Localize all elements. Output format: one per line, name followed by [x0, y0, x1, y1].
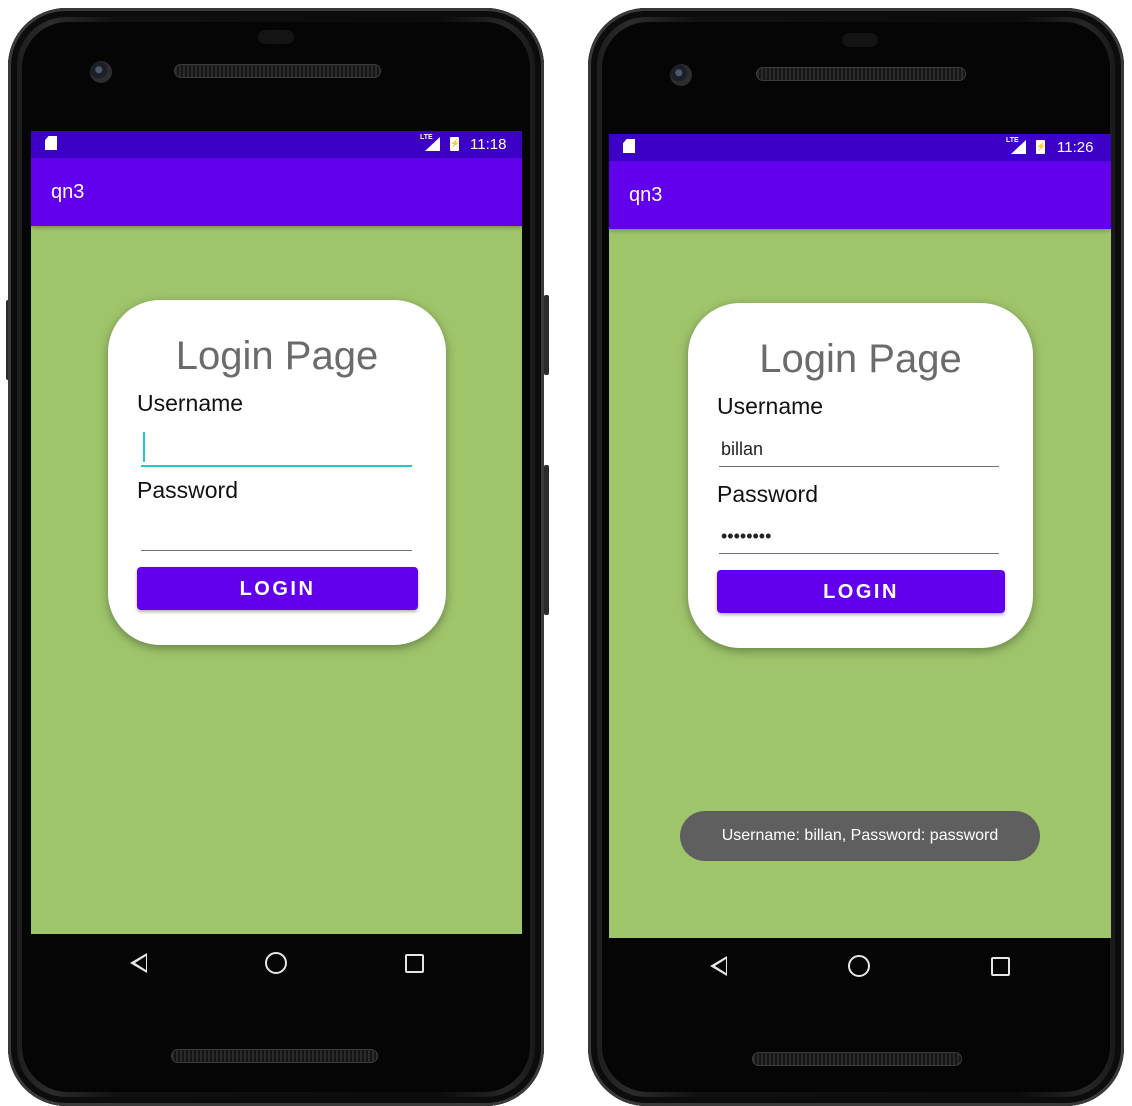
app-bar: qn3	[31, 158, 522, 226]
status-bar: LTE 11:26	[609, 134, 1111, 161]
lte-signal-icon: LTE	[420, 134, 440, 151]
bottom-speaker	[171, 1049, 378, 1063]
lte-signal-icon: LTE	[1006, 137, 1026, 154]
page-title: Login Page	[759, 337, 962, 381]
username-label: Username	[717, 393, 824, 419]
left-screenshot: LTE 11:18 qn3 Login Page Username Passwo…	[0, 0, 552, 1106]
right-screenshot: LTE 11:26 qn3 Login Page Username billan…	[580, 0, 1132, 1106]
sd-card-icon	[623, 139, 635, 153]
password-value: ••••••••	[721, 526, 772, 546]
nav-bar	[580, 943, 1132, 993]
top-speaker	[174, 64, 381, 78]
app-title: qn3	[51, 181, 85, 203]
status-time: 11:18	[470, 136, 507, 153]
phone-screen: LTE 11:18 qn3 Login Page Username Passwo…	[31, 131, 522, 934]
username-value: billan	[721, 439, 764, 459]
status-time: 11:26	[1057, 139, 1094, 156]
earpiece	[842, 33, 878, 47]
login-card: Login Page Username Password LOGIN	[108, 300, 446, 645]
home-icon[interactable]	[848, 955, 870, 977]
nav-bar	[0, 940, 552, 990]
page-title: Login Page	[175, 334, 379, 378]
top-speaker	[756, 67, 966, 81]
front-camera	[670, 64, 692, 86]
login-card: Login Page Username billan Password ••••…	[688, 303, 1033, 648]
front-camera	[90, 61, 112, 83]
earpiece	[258, 30, 294, 44]
status-bar: LTE 11:18	[31, 131, 522, 158]
password-label: Password	[717, 481, 818, 507]
username-field[interactable]: billan	[719, 428, 999, 467]
password-label: Password	[137, 477, 238, 503]
app-title: qn3	[629, 184, 663, 206]
toast-message: Username: billan, Password: password	[680, 811, 1040, 861]
login-button[interactable]: LOGIN	[137, 567, 418, 610]
power-button	[544, 295, 549, 375]
battery-charging-icon	[450, 137, 460, 151]
recents-icon[interactable]	[991, 957, 1010, 976]
volume-rocker	[544, 465, 549, 615]
username-label: Username	[137, 390, 244, 416]
battery-charging-icon	[1036, 140, 1046, 154]
sd-card-icon	[45, 136, 57, 150]
back-icon[interactable]	[710, 956, 727, 976]
login-button[interactable]: LOGIN	[717, 570, 1005, 613]
password-field[interactable]	[141, 512, 412, 551]
password-field[interactable]: ••••••••	[719, 515, 999, 554]
username-field[interactable]	[141, 427, 412, 467]
phone-screen: LTE 11:26 qn3 Login Page Username billan…	[609, 134, 1111, 938]
recents-icon[interactable]	[405, 954, 424, 973]
back-icon[interactable]	[130, 953, 147, 973]
bottom-speaker	[752, 1052, 962, 1066]
home-icon[interactable]	[265, 952, 287, 974]
text-cursor	[143, 432, 145, 462]
app-bar: qn3	[609, 161, 1111, 229]
